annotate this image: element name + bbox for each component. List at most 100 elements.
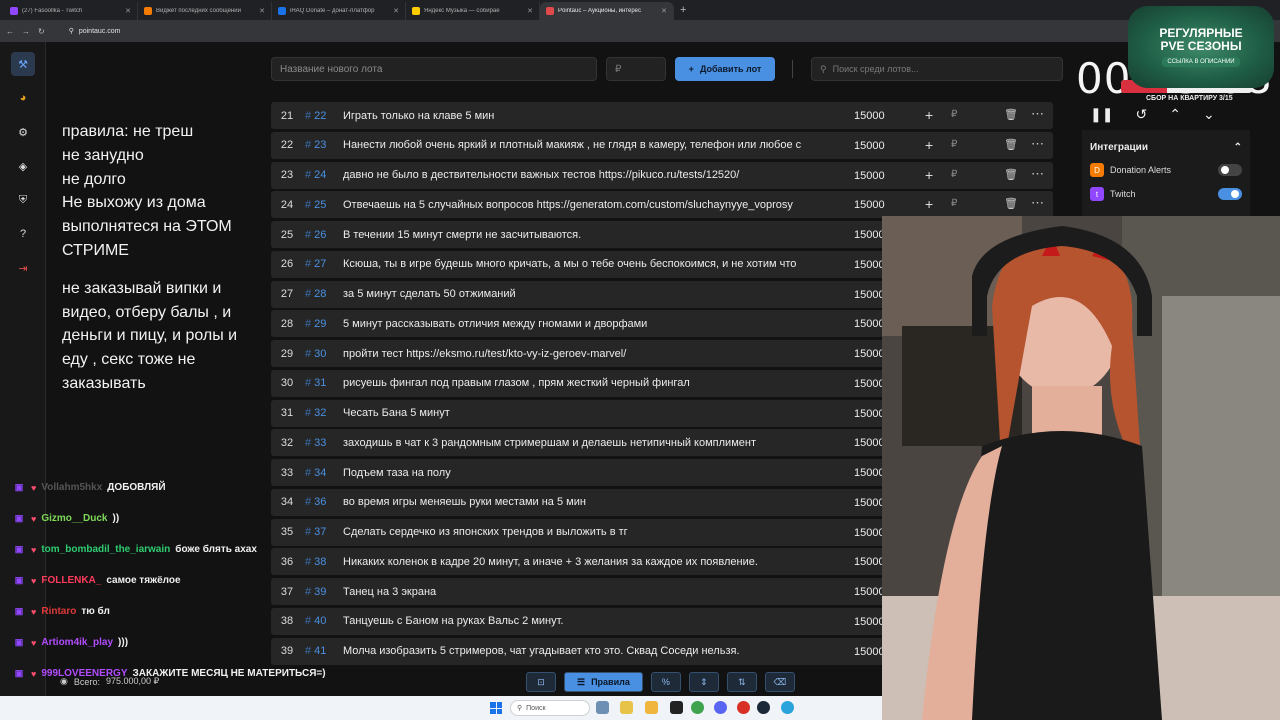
trash-icon[interactable]: 🗑 [1004, 168, 1018, 181]
ruble-icon[interactable]: ₽ [951, 169, 957, 180]
lot-name[interactable]: Отвечаешь на 5 случайных вопросов https:… [343, 199, 829, 211]
clear-button[interactable]: ⌫ [764, 672, 795, 692]
lot-id[interactable]: #32 [303, 407, 343, 419]
back-icon[interactable]: ← [6, 27, 14, 36]
app-icon[interactable] [670, 701, 683, 714]
trash-icon[interactable]: 🗑 [1004, 138, 1018, 151]
rules-button[interactable]: ☰ Правила [564, 672, 643, 692]
steam-icon[interactable] [757, 701, 770, 714]
add-amount-icon[interactable]: + [925, 107, 933, 123]
lot-id[interactable]: #28 [303, 288, 343, 300]
lot-name[interactable]: за 5 минут сделать 50 отжиманий [343, 288, 829, 300]
browser-tab[interactable]: Яндекс Музыка — собирае ✕ [406, 2, 540, 20]
ruble-icon[interactable]: ₽ [951, 109, 957, 120]
lot-name[interactable]: давно не было в дествительности важных т… [343, 169, 829, 181]
reset-icon[interactable]: ↺ [1135, 106, 1147, 123]
add-amount-icon[interactable]: + [925, 167, 933, 183]
browser-tab[interactable]: (27) Fasoollka - Twitch ✕ [4, 2, 138, 20]
lot-id[interactable]: #26 [303, 229, 343, 241]
taskbar-search[interactable]: ⚲ Поиск [510, 700, 590, 716]
settings-nav-icon[interactable]: ⚙ [11, 120, 35, 144]
ruble-icon[interactable]: ₽ [951, 139, 957, 150]
add-amount-icon[interactable]: + [925, 196, 933, 212]
trash-icon[interactable]: 🗑 [1004, 197, 1018, 210]
lot-name[interactable]: заходишь в чат к 3 рандомным стримершам … [343, 437, 829, 449]
lot-search-input[interactable]: ⚲ Поиск среди лотов... [811, 57, 1063, 81]
lot-row[interactable]: 24 #25 Отвечаешь на 5 случайных вопросов h… [271, 191, 1053, 219]
new-lot-input[interactable]: Название нового лота [271, 57, 597, 81]
reload-icon[interactable]: ↻ [38, 27, 45, 36]
pause-icon[interactable]: ❚❚ [1090, 106, 1113, 123]
close-icon[interactable]: ✕ [393, 7, 399, 15]
widgets-icon[interactable] [596, 701, 609, 714]
lot-name[interactable]: во время игры меняешь руки местами на 5 … [343, 496, 829, 508]
trash-icon[interactable]: 🗑 [1004, 108, 1018, 121]
chevron-up-icon[interactable]: ⌃ [1234, 142, 1242, 153]
lot-id[interactable]: #25 [303, 199, 343, 211]
auction-nav-icon[interactable]: ⚒ [11, 52, 35, 76]
donation-alerts-toggle[interactable] [1218, 164, 1242, 176]
layers-nav-icon[interactable]: ◈ [11, 154, 35, 178]
lot-id[interactable]: #33 [303, 437, 343, 449]
discord-icon[interactable] [714, 701, 727, 714]
chevron-down-icon[interactable]: ⌄ [1203, 106, 1215, 123]
lot-row[interactable]: 22 #23 Нанести любой очень яркий и плотный… [271, 131, 1053, 159]
lot-id[interactable]: #31 [303, 377, 343, 389]
lot-id[interactable]: #24 [303, 169, 343, 181]
lot-name[interactable]: В течении 15 минут смерти не засчитывают… [343, 229, 829, 241]
add-lot-button[interactable]: + Добавить лот [675, 57, 775, 81]
lot-name[interactable]: Играть только на клаве 5 мин [343, 110, 829, 122]
lot-id[interactable]: #29 [303, 318, 343, 330]
close-icon[interactable]: ✕ [259, 7, 265, 15]
lot-id[interactable]: #22 [303, 110, 343, 122]
folder-icon[interactable] [645, 701, 658, 714]
lot-name[interactable]: Чесать Бана 5 минут [343, 407, 829, 419]
lot-name[interactable]: рисуешь фингал под правым глазом , прям … [343, 377, 829, 389]
close-icon[interactable]: ✕ [661, 7, 667, 15]
lot-id[interactable]: #27 [303, 258, 343, 270]
ruble-icon[interactable]: ₽ [951, 198, 957, 209]
more-icon[interactable]: ⋯ [1031, 166, 1044, 182]
logout-nav-icon[interactable]: ⇥ [11, 256, 35, 280]
new-tab-icon[interactable]: + [680, 4, 686, 16]
url-field[interactable]: ⚲ pointauc.com [69, 27, 121, 36]
sort-button[interactable]: ⇅ [726, 672, 757, 692]
lot-row[interactable]: 23 #24 давно не было в дествительности важ… [271, 161, 1053, 189]
lot-name[interactable]: Подъем таза на полу [343, 467, 829, 479]
lot-name[interactable]: Сделать сердечко из японских трендов и в… [343, 526, 829, 538]
windows-start-icon[interactable] [490, 702, 502, 714]
lot-id[interactable]: #30 [303, 348, 343, 360]
more-icon[interactable]: ⋯ [1031, 106, 1044, 122]
lot-price-input[interactable]: ₽ [606, 57, 666, 81]
browser-tab[interactable]: iHAQ Donate – донат-платфор ✕ [272, 2, 406, 20]
chrome-icon[interactable] [691, 701, 704, 714]
browser-tab-active[interactable]: Pointauc – Аукционы, интерес ✕ [540, 2, 674, 20]
chrome-icon[interactable] [737, 701, 750, 714]
lot-row[interactable]: 21 #22 Играть только на клаве 5 мин 15000 + ₽… [271, 102, 1053, 129]
shield-nav-icon[interactable]: ⛨ [11, 188, 35, 212]
lot-name[interactable]: Нанести любой очень яркий и плотный маки… [343, 139, 829, 151]
site-info-icon[interactable]: ⚲ [69, 27, 74, 35]
lot-name[interactable]: Танцуешь с Баном на руках Вальс 2 минут. [343, 615, 829, 627]
more-icon[interactable]: ⋯ [1031, 195, 1044, 211]
close-icon[interactable]: ✕ [527, 7, 533, 15]
compact-button[interactable]: ⇕ [688, 672, 719, 692]
forward-icon[interactable]: → [22, 27, 30, 36]
close-icon[interactable]: ✕ [125, 7, 131, 15]
lot-name[interactable]: Ксюша, ты в игре будешь много кричать, а… [343, 258, 829, 270]
chevron-up-icon[interactable]: ⌃ [1169, 106, 1181, 123]
lot-id[interactable]: #23 [303, 139, 343, 151]
twitch-toggle[interactable] [1218, 188, 1242, 200]
more-icon[interactable]: ⋯ [1031, 136, 1044, 152]
add-amount-icon[interactable]: + [925, 137, 933, 153]
lot-name[interactable]: Никаких коленок в кадре 20 минут, а инач… [343, 556, 829, 568]
file-explorer-icon[interactable] [620, 701, 633, 714]
browser-tab[interactable]: Виджет последних сообщений ✕ [138, 2, 272, 20]
lot-name[interactable]: Молча изобразить 5 стримеров, чат угадыв… [343, 645, 829, 657]
telegram-icon[interactable] [781, 701, 794, 714]
fullscreen-button[interactable]: ⊡ [526, 672, 556, 692]
lot-name[interactable]: 5 минут рассказывать отличия между гнома… [343, 318, 829, 330]
integrations-header[interactable]: Интеграции ⌃ [1090, 142, 1242, 153]
percent-button[interactable]: % [650, 672, 681, 692]
help-nav-icon[interactable]: ? [11, 222, 35, 246]
